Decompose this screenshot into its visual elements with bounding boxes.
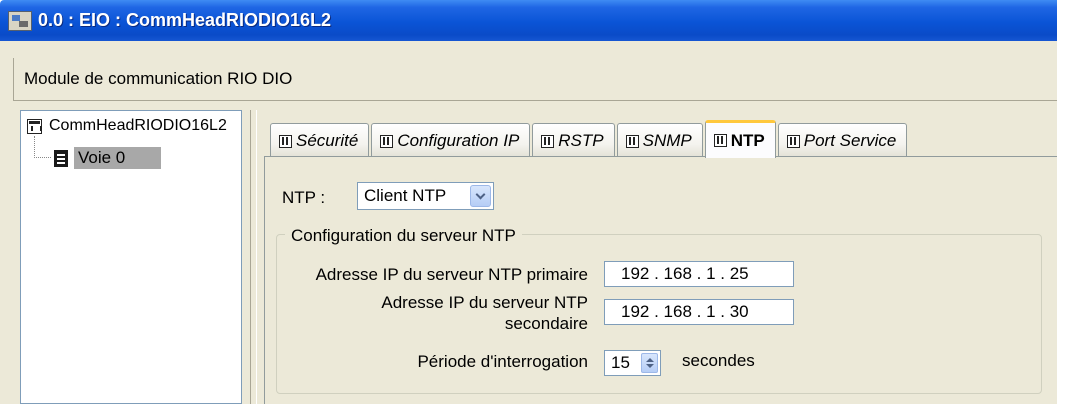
arrow-up-icon [645, 358, 654, 362]
module-app-icon [8, 10, 32, 31]
tree-root-label: CommHeadRIODIO16L2 [49, 117, 227, 134]
primary-server-label: Adresse IP du serveur NTP primaire [315, 265, 588, 284]
tab-label: SNMP [642, 131, 692, 150]
tab-label: RSTP [558, 131, 604, 150]
ntp-server-group-title: Configuration du serveur NTP [285, 226, 522, 246]
module-icon [625, 134, 639, 148]
polling-period-stepper[interactable]: 15 [604, 350, 661, 376]
module-description: Module de communication RIO DIO [13, 58, 1057, 100]
polling-period-value: 15 [611, 353, 630, 372]
tree-item-voie-0[interactable]: Voie 0 [54, 147, 162, 169]
polling-period-label: Période d'interrogation [417, 352, 588, 371]
tab-label: Configuration IP [397, 131, 520, 150]
dropdown-button[interactable] [470, 185, 491, 207]
tab-ntp[interactable]: NTP [704, 120, 776, 158]
tab-snmp[interactable]: SNMP [616, 123, 703, 158]
tab-label: Port Service [803, 131, 897, 150]
module-tree: CommHeadRIODIO16L2 Voie 0 [20, 110, 242, 404]
secondary-server-label-line2: secondaire [504, 314, 588, 333]
secondary-server-label-line1: Adresse IP du serveur NTP [381, 293, 588, 312]
window-title-bar[interactable]: 0.0 : EIO : CommHeadRIODIO16L2 [0, 0, 1057, 41]
arrow-down-icon [645, 364, 654, 368]
module-icon [27, 118, 42, 134]
panel-splitter[interactable] [247, 110, 262, 404]
tab-securite[interactable]: Sécurité [270, 123, 370, 158]
spin-button[interactable] [641, 353, 658, 373]
tree-root-item[interactable]: CommHeadRIODIO16L2 [27, 117, 227, 135]
ntp-mode-label: NTP : [282, 188, 326, 207]
ntp-mode-select[interactable]: Client NTP [357, 182, 494, 210]
header-divider [13, 100, 1057, 101]
tab-strip: Sécurité Configuration IP RSTP SNMP NTP … [270, 120, 909, 158]
module-icon [786, 134, 800, 148]
tab-configuration-ip[interactable]: Configuration IP [371, 123, 531, 158]
chevron-down-icon [475, 189, 486, 199]
ntp-mode-value: Client NTP [364, 186, 447, 205]
tab-port-service[interactable]: Port Service [777, 123, 908, 158]
tree-connector-line [34, 136, 51, 158]
module-icon [713, 134, 727, 147]
module-icon [279, 134, 292, 148]
module-icon [541, 134, 555, 148]
window-edge [1057, 0, 1069, 404]
tab-rstp[interactable]: RSTP [532, 123, 615, 158]
polling-unit-label: secondes [682, 351, 755, 370]
module-icon [380, 134, 394, 148]
window-title: 0.0 : EIO : CommHeadRIODIO16L2 [38, 10, 332, 30]
tab-label: NTP [730, 130, 765, 150]
tab-label: Sécurité [296, 131, 359, 150]
channel-icon [54, 149, 68, 167]
secondary-server-ip-field[interactable]: 192 . 168 . 1 . 30 [604, 299, 794, 325]
tree-item-label: Voie 0 [74, 147, 162, 169]
primary-server-ip-field[interactable]: 192 . 168 . 1 . 25 [604, 261, 794, 287]
